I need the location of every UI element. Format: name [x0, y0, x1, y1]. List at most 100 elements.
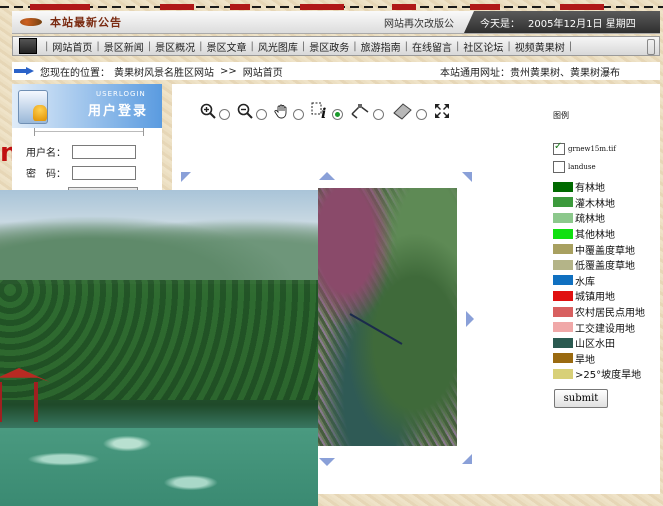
nav-separator: |	[456, 40, 460, 52]
hand-icon	[274, 104, 287, 119]
pan-east-arrow[interactable]	[466, 311, 474, 327]
announcement-text[interactable]: 网站再次改版公	[384, 15, 454, 30]
map-river	[349, 313, 403, 345]
username-input[interactable]	[72, 144, 136, 159]
identify-radio[interactable]	[332, 108, 343, 120]
legend-items: 有林地 灌木林地 疏林地 其他林地 中覆盖度草地 低覆盖度草地 水库 城镇用地 农村居民点用地工…	[553, 179, 657, 382]
nav-item[interactable]: 景区政务	[309, 39, 349, 54]
layer-name-raster: grnew15m.tif	[568, 145, 616, 153]
date-label: 今天是：	[480, 18, 520, 30]
pan-southeast-arrow[interactable]	[462, 454, 472, 464]
login-subtitle: USERLOGIN	[96, 90, 146, 98]
zoom-out-radio[interactable]	[256, 108, 267, 120]
legend-swatch	[553, 322, 573, 333]
nav-item[interactable]: 网站首页	[52, 39, 92, 54]
login-banner: USERLOGIN 用户登录	[12, 84, 162, 128]
layer-checkbox-landuse[interactable]	[553, 161, 565, 173]
nav-item[interactable]: 社区论坛	[463, 39, 503, 54]
logo-text: 本站最新公告	[50, 16, 122, 29]
pan-northwest-arrow[interactable]	[181, 172, 191, 182]
legend-swatch	[553, 275, 573, 286]
site-url-text: 本站通用网址：贵州黄果树、黄果树瀑布	[440, 67, 620, 79]
map-toolbar: i	[200, 100, 453, 122]
layer-checkbox-raster[interactable]	[553, 141, 565, 155]
measure-radio[interactable]	[373, 108, 384, 120]
legend-swatch	[553, 353, 573, 364]
nav-separator: |	[147, 40, 152, 52]
nav-item[interactable]: 在线留言	[412, 39, 452, 54]
nav-item[interactable]: 景区新闻	[104, 39, 144, 54]
eraser-radio[interactable]	[416, 108, 427, 120]
bird-logo-icon	[20, 15, 44, 29]
legend-label: 农村居民点用地	[575, 308, 645, 320]
pan-radio[interactable]	[293, 108, 304, 120]
map-legend: 图例 grnew15m.tif landuse 有林地灌木林地疏林地其他林地中覆…	[553, 110, 657, 382]
password-input[interactable]	[72, 165, 136, 180]
nav-item[interactable]: 景区概况	[155, 39, 195, 54]
legend-swatch	[553, 197, 573, 208]
nav-separator: |	[199, 40, 203, 52]
nav-item[interactable]: 风光图库	[258, 39, 298, 54]
zoom-in-icon	[200, 103, 216, 119]
layer-name-landuse: landuse	[568, 163, 596, 171]
nav-item[interactable]: 视频黄果树	[515, 39, 565, 54]
legend-item: 城镇用地	[553, 288, 657, 304]
pan-tool[interactable]	[274, 103, 308, 120]
nav-separator: |	[301, 40, 306, 52]
legend-item: 疏林地	[553, 210, 657, 226]
submit-button[interactable]: submit	[554, 389, 608, 408]
layer-row-raster[interactable]: grnew15m.tif	[553, 141, 657, 155]
nav-item[interactable]: 旅游指南	[361, 39, 401, 54]
lotus-pond	[0, 428, 318, 506]
legend-label: 旱地	[575, 354, 595, 366]
measure-tool[interactable]	[350, 102, 388, 120]
legend-label: 中覆盖度草地	[575, 245, 635, 257]
nav-items: | 网站首页 | 景区新闻 | 景区概况 | 景区文章 | 风光图库 | 景区政务 | 旅游指南 | 在线留言…	[41, 39, 576, 54]
top-header: 本站最新公告 网站再次改版公 今天是： 2005年12月1日 星期四	[12, 11, 660, 34]
nav-square-icon	[19, 38, 37, 54]
username-label: 用户名：	[26, 148, 66, 159]
legend-item: 山区水田	[553, 335, 657, 351]
password-row: 密 码：	[26, 165, 136, 180]
legend-swatch	[553, 244, 573, 255]
legend-item: 灌木林地	[553, 195, 657, 211]
zoom-in-tool[interactable]	[200, 103, 234, 120]
measure-icon	[351, 104, 369, 119]
legend-item: >25°坡度旱地	[553, 366, 657, 382]
zoom-out-tool[interactable]	[237, 103, 271, 120]
location-site-link[interactable]: 黄果树风景名胜区网站	[114, 64, 214, 79]
layer-row-landuse[interactable]: landuse	[553, 161, 657, 173]
satellite-map-image[interactable]	[318, 188, 457, 446]
legend-swatch	[553, 181, 573, 192]
eraser-icon	[393, 103, 412, 120]
legend-swatch	[553, 259, 573, 270]
legend-label: 灌木林地	[575, 198, 615, 210]
legend-label: >25°坡度旱地	[575, 370, 642, 382]
legend-item: 工交建设用地	[553, 319, 657, 335]
pan-south-arrow[interactable]	[319, 458, 335, 466]
full-extent-tool[interactable]	[434, 103, 450, 119]
nav-separator: |	[568, 40, 573, 52]
identify-tool[interactable]: i	[311, 102, 347, 120]
legend-item: 有林地	[553, 179, 657, 195]
scenic-photo	[0, 190, 318, 506]
nav-separator: |	[507, 40, 511, 52]
pan-north-arrow[interactable]	[319, 172, 335, 180]
main-nav: | 网站首页 | 景区新闻 | 景区概况 | 景区文章 | 风光图库 | 景区政务 | 旅游指南 | 在线留言…	[12, 36, 660, 56]
pan-northeast-arrow[interactable]	[462, 172, 472, 182]
nav-separator: |	[353, 40, 357, 52]
login-title: 用户登录	[88, 104, 149, 119]
full-extent-icon	[435, 104, 449, 118]
select-box-icon: i	[311, 102, 326, 120]
arrow-right-icon	[14, 67, 34, 75]
legend-item: 中覆盖度草地	[553, 241, 657, 257]
zoom-out-icon	[237, 103, 253, 119]
eraser-tool[interactable]	[391, 102, 431, 120]
zoom-in-radio[interactable]	[219, 108, 230, 120]
legend-label: 工交建设用地	[575, 323, 635, 335]
legend-item: 其他林地	[553, 226, 657, 242]
legend-item: 旱地	[553, 351, 657, 367]
date-box: 今天是： 2005年12月1日 星期四	[464, 11, 660, 33]
legend-item: 水库	[553, 273, 657, 289]
nav-item[interactable]: 景区文章	[207, 39, 247, 54]
